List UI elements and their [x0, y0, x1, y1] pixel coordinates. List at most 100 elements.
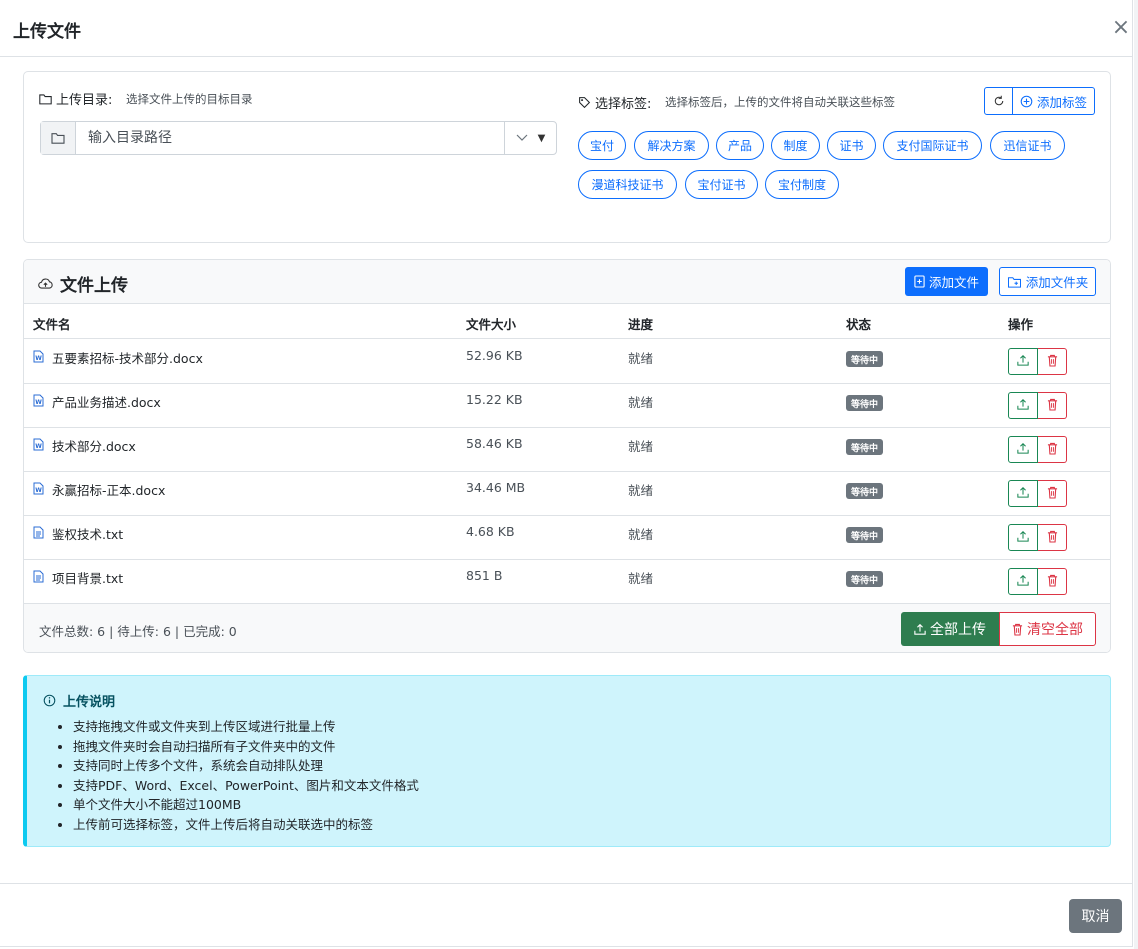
status-badge: 等待中	[846, 527, 884, 543]
tag-chip[interactable]: 宝付制度	[765, 170, 839, 199]
upload-all-button[interactable]: 全部上传	[901, 612, 999, 646]
info-title-group: 上传说明	[43, 691, 115, 710]
refresh-tags-button[interactable]	[984, 87, 1013, 115]
trash-icon	[1047, 398, 1058, 414]
delete-file-button[interactable]	[1038, 524, 1067, 551]
status-badge: 等待中	[846, 439, 884, 455]
file-name: 永赢招标-正本.docx	[52, 483, 166, 498]
trash-icon	[1012, 623, 1023, 636]
file-upload-footer: 文件总数: 6 | 待上传: 6 | 已完成: 0 全部上传 清空全部	[24, 603, 1110, 652]
row-actions	[1008, 392, 1067, 419]
cloud-upload-icon	[38, 278, 53, 289]
tag-chip[interactable]: 漫道科技证书	[578, 170, 677, 199]
page-scrollbar-edge	[1134, 0, 1138, 949]
clear-all-label: 清空全部	[1027, 622, 1083, 638]
file-upload-header: 文件上传 添加文件 添加文件夹	[24, 260, 1110, 304]
trash-icon	[1047, 574, 1058, 590]
delete-file-button[interactable]	[1038, 568, 1067, 595]
upload-file-button[interactable]	[1008, 524, 1038, 551]
tag-chip[interactable]: 支付国际证书	[883, 131, 982, 160]
file-progress: 就绪	[628, 351, 654, 366]
trash-icon	[1047, 442, 1058, 458]
upload-icon	[1017, 354, 1029, 369]
table-row: 项目背景.txt 851 B 就绪 等待中	[24, 560, 1110, 604]
info-item: 上传前可选择标签，文件上传后将自动关联选中的标签	[73, 815, 419, 835]
add-file-button[interactable]: 添加文件	[905, 267, 988, 296]
folder-icon	[41, 122, 76, 154]
svg-text:W: W	[35, 399, 42, 406]
col-filename: 文件名	[33, 317, 71, 332]
row-actions	[1008, 524, 1067, 551]
info-item: 支持拖拽文件或文件夹到上传区域进行批量上传	[73, 717, 419, 737]
upload-file-button[interactable]	[1008, 348, 1038, 375]
word-file-icon: W	[33, 438, 44, 454]
status-badge: 等待中	[846, 571, 884, 587]
cancel-button[interactable]: 取消	[1069, 899, 1122, 933]
upload-icon	[1017, 574, 1029, 589]
file-name: 鉴权技术.txt	[52, 527, 124, 542]
status-badge: 等待中	[846, 395, 884, 411]
folder-icon	[39, 93, 52, 104]
refresh-icon	[994, 95, 1003, 106]
row-actions	[1008, 568, 1067, 595]
upload-file-button[interactable]	[1008, 568, 1038, 595]
tag-chip[interactable]: 证书	[827, 131, 876, 160]
upload-file-button[interactable]	[1008, 436, 1038, 463]
file-progress: 就绪	[628, 483, 654, 498]
file-size: 58.46 KB	[466, 436, 523, 451]
table-header: 文件名 文件大小 进度 状态 操作	[24, 304, 1110, 339]
col-status: 状态	[846, 317, 872, 332]
file-size: 4.68 KB	[466, 524, 515, 539]
upload-icon	[1017, 530, 1029, 545]
file-progress: 就绪	[628, 527, 654, 542]
file-progress: 就绪	[628, 395, 654, 410]
dir-input-group: ▼	[40, 121, 557, 155]
word-file-icon: W	[33, 350, 44, 366]
table-row: W 产品业务描述.docx 15.22 KB 就绪 等待中	[24, 384, 1110, 428]
add-folder-button[interactable]: 添加文件夹	[999, 267, 1096, 296]
delete-file-button[interactable]	[1038, 392, 1067, 419]
tags-label: 选择标签:	[595, 97, 652, 112]
plus-circle-icon	[1020, 95, 1033, 107]
delete-file-button[interactable]	[1038, 480, 1067, 507]
info-item: 拖拽文件夹时会自动扫描所有子文件夹中的文件	[73, 737, 419, 757]
folder-plus-icon	[1007, 276, 1021, 288]
file-name-cell: 鉴权技术.txt	[33, 524, 123, 543]
tag-chip[interactable]: 宝付	[578, 131, 626, 160]
tag-chip[interactable]: 产品	[716, 131, 764, 160]
file-name-cell: 项目背景.txt	[33, 568, 123, 587]
upload-dir-label-group: 上传目录:	[39, 89, 112, 108]
tag-actions: 添加标签	[984, 87, 1095, 115]
row-actions	[1008, 348, 1067, 375]
modal-footer: 取消	[0, 883, 1133, 947]
upload-all-label: 全部上传	[930, 622, 986, 638]
tags-icon	[579, 97, 591, 109]
upload-icon	[1017, 486, 1029, 501]
file-name-cell: W 技术部分.docx	[33, 436, 136, 455]
tag-chip[interactable]: 宝付证书	[685, 170, 758, 199]
upload-info-alert: 上传说明 支持拖拽文件或文件夹到上传区域进行批量上传 拖拽文件夹时会自动扫描所有…	[23, 675, 1111, 847]
modal-header: 上传文件 ×	[0, 0, 1133, 57]
file-name-cell: W 五要素招标-技术部分.docx	[33, 348, 203, 367]
modal-title: 上传文件	[13, 22, 81, 42]
close-icon[interactable]: ×	[1110, 17, 1132, 39]
file-name: 五要素招标-技术部分.docx	[52, 351, 203, 366]
tag-chip[interactable]: 制度	[771, 131, 820, 160]
dir-dropdown-toggle[interactable]: ▼	[504, 122, 556, 154]
clear-all-button[interactable]: 清空全部	[999, 612, 1096, 646]
file-plus-icon	[914, 275, 925, 288]
delete-file-button[interactable]	[1038, 348, 1067, 375]
info-item: 单个文件大小不能超过100MB	[73, 795, 419, 815]
col-size: 文件大小	[466, 317, 517, 332]
col-actions: 操作	[1008, 317, 1034, 332]
svg-text:W: W	[35, 355, 42, 362]
upload-file-button[interactable]	[1008, 392, 1038, 419]
tag-chip[interactable]: 解决方案	[634, 131, 709, 160]
tag-chip[interactable]: 迅信证书	[990, 131, 1065, 160]
dir-path-input[interactable]	[76, 122, 504, 154]
settings-card: 上传目录: 选择文件上传的目标目录 ▼ 选择标签: 选择标签后，上传的文件将自动…	[23, 71, 1111, 243]
upload-file-button[interactable]	[1008, 480, 1038, 507]
add-tag-button[interactable]: 添加标签	[1013, 87, 1095, 115]
add-folder-label: 添加文件夹	[1025, 275, 1089, 290]
delete-file-button[interactable]	[1038, 436, 1067, 463]
